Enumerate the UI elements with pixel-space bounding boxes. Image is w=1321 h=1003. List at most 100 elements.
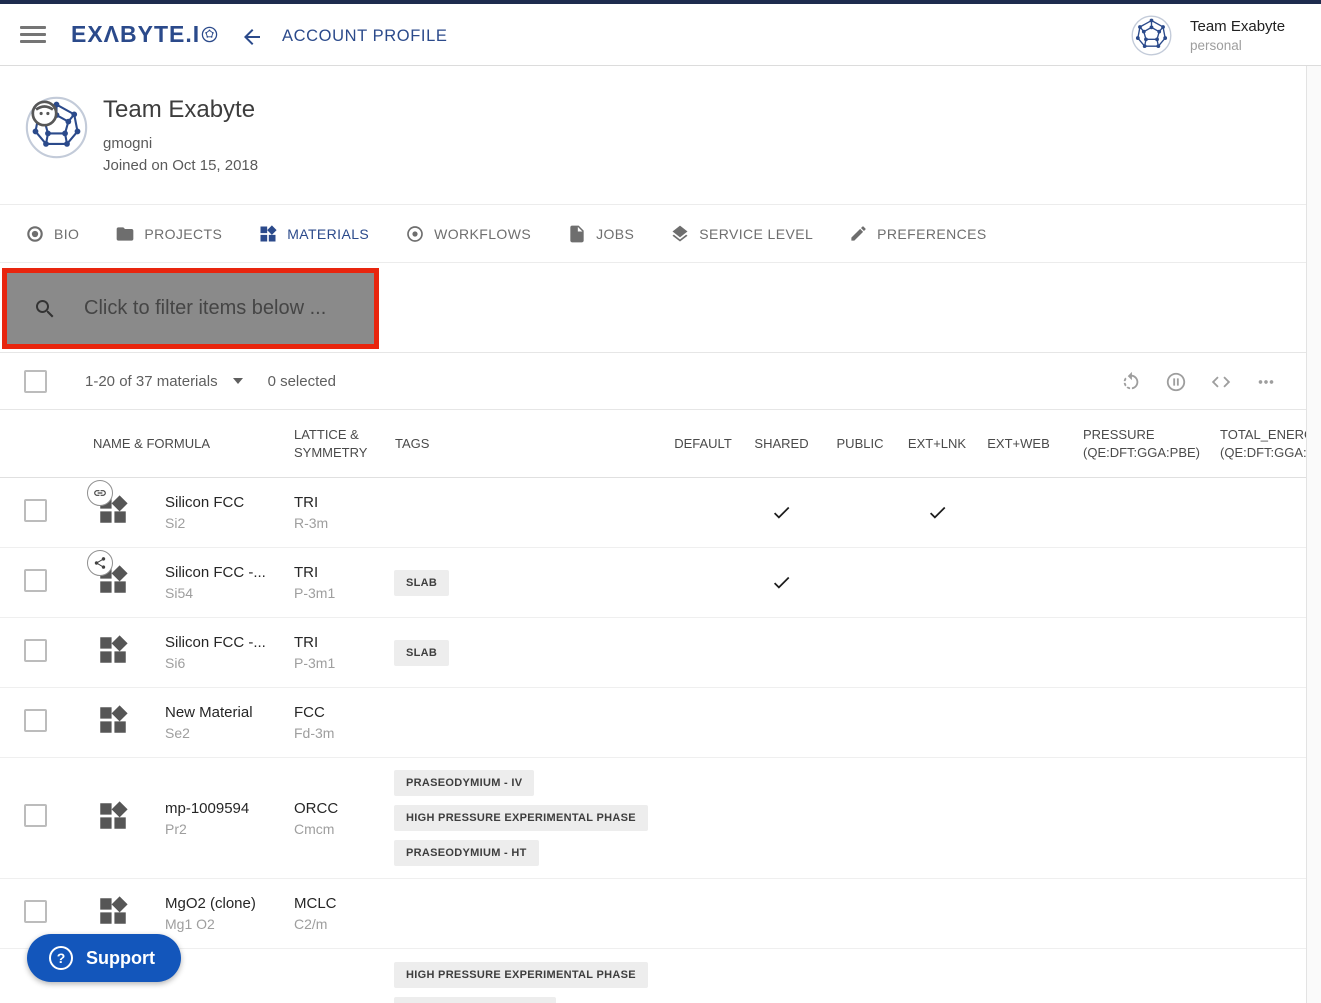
table-row[interactable]: Silicon FCC -... Si54 TRI P-3m1 SLAB	[0, 548, 1307, 618]
support-button[interactable]: ? Support	[27, 934, 181, 982]
table-row[interactable]: New Material Se2 FCC Fd-3m	[0, 688, 1307, 758]
column-header-pressure[interactable]: PRESSURE(QE:DFT:GGA:PBE)	[1061, 426, 1198, 462]
arrow-back-icon[interactable]	[239, 24, 265, 50]
check-icon	[771, 572, 792, 593]
material-widgets-icon	[96, 894, 130, 928]
tab-jobs[interactable]: JOBS	[567, 224, 634, 244]
account-name: Team Exabyte	[1190, 18, 1285, 35]
tag-list: PRASEODYMIUM - IV HIGH PRESSURE EXPERIMEN…	[381, 758, 665, 878]
material-formula: Mg1 O2	[165, 916, 281, 932]
tab-materials[interactable]: MATERIALS	[258, 224, 369, 244]
pause-circle-icon[interactable]	[1165, 371, 1187, 393]
column-header-lattice[interactable]: LATTICE &SYMMETRY	[281, 426, 381, 462]
scrollbar-track[interactable]	[1306, 66, 1321, 1003]
account-profile-page: EXΛBYTE.I ACCOUNT PROFILE Team Exabyte p…	[0, 0, 1321, 1003]
tab-workflows[interactable]: WORKFLOWS	[405, 224, 531, 244]
pencil-icon	[849, 224, 868, 243]
material-name[interactable]: MgO2 (clone)	[165, 895, 281, 912]
column-header-public[interactable]: PUBLIC	[822, 435, 898, 453]
profile-tabs: BIO PROJECTS MATERIALS WORKFLOWS JOBS SERVICE…	[0, 205, 1307, 263]
tag-chip	[394, 997, 556, 1003]
tab-bio[interactable]: BIO	[25, 224, 79, 244]
account-switcher[interactable]: Team Exabyte personal	[1131, 15, 1285, 56]
selection-bar: 1-20 of 37 materials 0 selected	[0, 353, 1307, 410]
symmetry-group: Fd-3m	[294, 725, 381, 741]
tag-chip: HIGH PRESSURE EXPERIMENTAL PHASE	[394, 805, 648, 831]
column-header-ext_web[interactable]: EXT+WEB	[976, 435, 1061, 453]
profile-joined-date: Joined on Oct 15, 2018	[103, 157, 258, 174]
table-header: NAME & FORMULALATTICE &SYMMETRYTAGSDEFAU…	[0, 410, 1307, 478]
tag-list	[381, 711, 665, 735]
material-formula: Si2	[165, 515, 281, 531]
table-row[interactable]: Silicon FCC -... Si6 TRI P-3m1 SLAB	[0, 618, 1307, 688]
table-row[interactable]: HIGH PRESSURE EXPERIMENTAL PHASE	[0, 949, 1307, 1003]
lattice-type: FCC	[294, 704, 381, 721]
symmetry-group: P-3m1	[294, 655, 381, 671]
tab-label: SERVICE LEVEL	[699, 226, 813, 242]
logo-text: EXΛBYTE.I	[71, 21, 200, 48]
tag-chip: SLAB	[394, 570, 449, 596]
row-checkbox[interactable]	[24, 639, 47, 662]
column-header-total_energy[interactable]: TOTAL_ENERGY(QE:DFT:GGA:PBE)	[1198, 426, 1321, 462]
file-icon	[567, 224, 587, 244]
pagination-label[interactable]: 1-20 of 37 materials	[85, 373, 218, 390]
material-widgets-icon	[96, 703, 130, 737]
tab-projects[interactable]: PROJECTS	[115, 224, 222, 244]
lattice-type: TRI	[294, 634, 381, 651]
column-header-default[interactable]: DEFAULT	[665, 435, 741, 453]
select-all-checkbox[interactable]	[24, 370, 47, 393]
column-header-ext_lnk[interactable]: EXT+LNK	[898, 435, 976, 453]
lattice-type: ORCC	[294, 800, 381, 817]
tag-chip: PRASEODYMIUM - HT	[394, 840, 539, 866]
column-header-name[interactable]: NAME & FORMULA	[64, 435, 281, 453]
column-header-tags[interactable]: TAGS	[381, 435, 665, 453]
row-checkbox[interactable]	[24, 569, 47, 592]
material-widgets-icon	[96, 799, 130, 833]
filter-input[interactable]: Click to filter items below ...	[84, 297, 326, 320]
tab-label: WORKFLOWS	[434, 226, 531, 242]
search-icon	[33, 297, 57, 321]
lattice-type: TRI	[294, 494, 381, 511]
support-label: Support	[86, 948, 155, 969]
link-badge-icon	[87, 480, 113, 506]
annotation-highlight: Click to filter items below ...	[2, 268, 379, 349]
tag-chip: SLAB	[394, 640, 449, 666]
tab-preferences[interactable]: PREFERENCES	[849, 224, 986, 243]
row-checkbox[interactable]	[24, 499, 47, 522]
code-icon[interactable]	[1210, 371, 1232, 393]
rotate-left-icon[interactable]	[1120, 371, 1142, 393]
question-circle-icon: ?	[49, 946, 73, 970]
share-badge-icon	[87, 550, 113, 576]
molecule-ball-icon	[201, 26, 218, 43]
chevron-down-icon[interactable]	[233, 378, 243, 384]
account-avatar[interactable]	[1131, 15, 1172, 56]
profile-username: gmogni	[103, 135, 152, 152]
tab-label: BIO	[54, 226, 79, 242]
lattice-type: TRI	[294, 564, 381, 581]
tag-chip: PRASEODYMIUM - IV	[394, 770, 534, 796]
row-checkbox[interactable]	[24, 709, 47, 732]
lattice-type: MCLC	[294, 895, 381, 912]
page-title: ACCOUNT PROFILE	[282, 27, 447, 46]
menu-icon[interactable]	[20, 26, 46, 44]
material-name[interactable]: Silicon FCC	[165, 494, 281, 511]
material-name[interactable]: New Material	[165, 704, 281, 721]
material-formula: Se2	[165, 725, 281, 741]
more-horiz-icon[interactable]	[1255, 371, 1277, 393]
table-row[interactable]: Silicon FCC Si2 TRI R-3m	[0, 478, 1307, 548]
row-checkbox[interactable]	[24, 900, 47, 923]
row-checkbox[interactable]	[24, 804, 47, 827]
material-name[interactable]: Silicon FCC -...	[165, 634, 281, 651]
table-row[interactable]: MgO2 (clone) Mg1 O2 MCLC C2/m	[0, 879, 1307, 949]
table-row[interactable]: mp-1009594 Pr2 ORCC Cmcm PRASEODYMIUM - …	[0, 758, 1307, 879]
check-icon	[771, 502, 792, 523]
check-icon	[927, 502, 948, 523]
materials-table: NAME & FORMULALATTICE &SYMMETRYTAGSDEFAU…	[0, 410, 1307, 1003]
material-name[interactable]: mp-1009594	[165, 800, 281, 817]
tab-label: PROJECTS	[144, 226, 222, 242]
tab-service-level[interactable]: SERVICE LEVEL	[670, 224, 813, 244]
material-name[interactable]: Silicon FCC -...	[165, 564, 281, 581]
tag-chip: HIGH PRESSURE EXPERIMENTAL PHASE	[394, 962, 648, 988]
exabyte-logo[interactable]: EXΛBYTE.I	[71, 21, 218, 48]
column-header-shared[interactable]: SHARED	[741, 435, 822, 453]
